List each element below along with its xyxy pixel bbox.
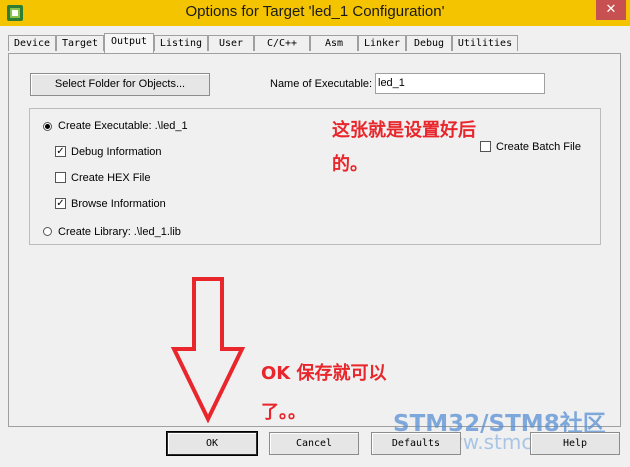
tab-c-cpp[interactable]: C/C++ (254, 35, 310, 51)
tab-device[interactable]: Device (8, 35, 56, 51)
browse-information-label: Browse Information (71, 198, 166, 210)
tab-linker[interactable]: Linker (358, 35, 406, 51)
title-bar[interactable]: Options for Target 'led_1 Configuration'… (0, 0, 630, 26)
annotation-note-1: 这张就是设置好后 (332, 120, 476, 141)
tab-output[interactable]: Output (104, 33, 154, 53)
create-library-label: Create Library: .\led_1.lib (58, 226, 181, 238)
browse-information-checkbox[interactable]: ✓ (55, 198, 66, 209)
create-library-radio[interactable] (43, 227, 52, 236)
select-folder-button[interactable]: Select Folder for Objects... (30, 73, 210, 96)
create-executable-radio[interactable] (43, 122, 52, 131)
close-button[interactable]: ✕ (596, 0, 626, 20)
name-of-executable-input[interactable]: led_1 (375, 73, 545, 94)
help-button[interactable]: Help (530, 432, 620, 455)
annotation-note-2b: 了。。 (261, 402, 306, 423)
create-batch-file-checkbox[interactable] (480, 141, 491, 152)
defaults-button[interactable]: Defaults (371, 432, 461, 455)
tab-target[interactable]: Target (56, 35, 104, 51)
cancel-button[interactable]: Cancel (269, 432, 359, 455)
tab-user[interactable]: User (208, 35, 254, 51)
create-hex-file-label: Create HEX File (71, 172, 151, 184)
create-executable-label: Create Executable: .\led_1 (58, 120, 188, 132)
tab-utilities[interactable]: Utilities (452, 35, 518, 51)
annotation-note-1b: 的。 (332, 154, 368, 175)
down-arrow-icon (170, 277, 246, 423)
tab-listing[interactable]: Listing (154, 35, 208, 51)
tab-debug[interactable]: Debug (406, 35, 452, 51)
tab-asm[interactable]: Asm (310, 35, 358, 51)
debug-information-label: Debug Information (71, 146, 162, 158)
tab-strip: Device Target Output Listing User C/C++ … (8, 33, 620, 53)
create-batch-file-label: Create Batch File (496, 141, 581, 153)
debug-information-checkbox[interactable]: ✓ (55, 146, 66, 157)
create-hex-file-checkbox[interactable] (55, 172, 66, 183)
window-title: Options for Target 'led_1 Configuration' (185, 3, 445, 20)
name-of-executable-label: Name of Executable: (270, 78, 373, 90)
options-dialog: Options for Target 'led_1 Configuration'… (0, 0, 630, 467)
ok-button[interactable]: OK (166, 431, 258, 456)
annotation-note-2: OK 保存就可以 (261, 363, 387, 384)
